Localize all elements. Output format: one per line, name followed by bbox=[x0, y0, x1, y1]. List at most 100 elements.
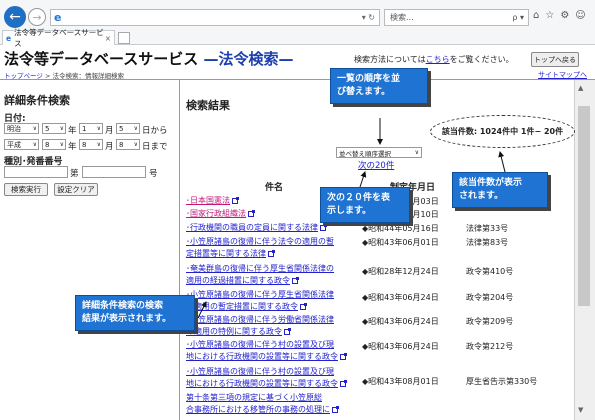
count-callout-line1: 該当件数が表示 bbox=[459, 178, 523, 188]
result-title-link-cont[interactable]: 適用の経過措置に関する政令 bbox=[186, 275, 334, 287]
result-title-link-cont[interactable]: 地における行政機関の設置等に関する政令 bbox=[186, 378, 347, 390]
back-to-top-button[interactable]: トップへ戻る bbox=[531, 52, 579, 67]
dai-label: 第 bbox=[70, 169, 79, 179]
law-type-input[interactable] bbox=[4, 166, 68, 178]
new-tab-button[interactable] bbox=[118, 32, 130, 44]
result-date: ◆昭和43年06月24日 bbox=[362, 317, 439, 326]
scroll-up-icon[interactable]: ▲ bbox=[578, 84, 583, 92]
ie-logo-icon: e bbox=[54, 11, 62, 24]
scrollbar-thumb[interactable] bbox=[578, 106, 590, 306]
external-link-icon bbox=[268, 249, 275, 257]
result-title-link[interactable]: ･行政機関の職員の定員に関する法律 bbox=[186, 222, 327, 234]
result-number: 政令第212号 bbox=[466, 342, 514, 351]
result-title-link-cont[interactable]: の適用の暫定措置に関する政令 bbox=[186, 301, 334, 313]
year-unit: 年 bbox=[68, 142, 77, 152]
next-callout-line1: 次の２０件を表 bbox=[327, 193, 391, 203]
count-callout-line2: されます。 bbox=[459, 191, 504, 201]
table-row: 第十条第三項の規定に基づく小笠原総 合事務所における移管所の事務の処理に bbox=[186, 392, 339, 416]
home-icon[interactable]: ⌂ bbox=[533, 10, 539, 21]
sort-order-select[interactable]: 並べ替え順序選択 bbox=[336, 147, 422, 158]
result-date: ◆昭和43年06月24日 bbox=[362, 342, 439, 351]
search-icon[interactable]: ρ ▾ bbox=[512, 13, 528, 22]
table-row: ･小笠原諸島の復帰に伴う村の設置及び現 地における行政機関の設置等に関する政令 bbox=[186, 339, 347, 363]
result-title-link[interactable]: ･小笠原諸島の復帰に伴う法令の適用の暫 bbox=[186, 236, 334, 248]
table-row: ･奄美群島の復帰に伴う厚生省関係法律の 適用の経過措置に関する政令 bbox=[186, 263, 334, 287]
day-select-from[interactable]: 5 bbox=[116, 123, 140, 134]
result-title-link[interactable]: ･小笠原諸島の復帰に伴う村の設置及び現 bbox=[186, 339, 346, 351]
sort-callout-line1: 一覧の順序を並 bbox=[337, 74, 401, 84]
external-link-icon bbox=[320, 223, 327, 231]
page-title: 法令等データベースサービス —法令検索— bbox=[4, 48, 294, 69]
table-row: ･国家行政組織法 bbox=[186, 208, 255, 220]
browser-search-input[interactable]: 検索... ρ ▾ bbox=[384, 9, 529, 26]
smiley-icon[interactable]: ☺ bbox=[575, 10, 585, 21]
day-select-to[interactable]: 8 bbox=[116, 139, 140, 150]
result-title-link[interactable]: ･国家行政組織法 bbox=[186, 208, 255, 220]
law-number-input[interactable] bbox=[82, 166, 146, 178]
help-prefix: 検索方法については bbox=[354, 55, 426, 64]
star-icon[interactable]: ☆ bbox=[545, 10, 554, 21]
year-select-from[interactable]: 5 bbox=[42, 123, 66, 134]
clear-settings-button[interactable]: 設定クリア bbox=[54, 183, 98, 196]
address-bar[interactable]: e ▾ ↻ bbox=[50, 9, 380, 26]
result-number: 政令第410号 bbox=[466, 267, 514, 276]
year-select-to[interactable]: 8 bbox=[42, 139, 66, 150]
result-title-link-cont[interactable]: 地における行政機関の設置等に関する政令 bbox=[186, 351, 347, 363]
sort-callout: 一覧の順序を並 び替えます。 bbox=[330, 68, 428, 104]
close-tab-icon[interactable]: × bbox=[105, 34, 111, 43]
browser-tab[interactable]: e 法令等データベースサービス × bbox=[2, 28, 115, 48]
result-date: ◆昭和43年08月01日 bbox=[362, 377, 439, 386]
next-arrow bbox=[359, 171, 367, 188]
sort-callout-line2: び替えます。 bbox=[337, 87, 391, 97]
next-callout-line2: 示します。 bbox=[327, 206, 372, 216]
result-title-link-cont[interactable]: の適用の特例に関する政令 bbox=[186, 326, 334, 338]
external-link-icon bbox=[332, 405, 339, 413]
gear-icon[interactable]: ⚙ bbox=[560, 10, 569, 21]
browser-tab-label: 法令等データベースサービス bbox=[14, 28, 104, 48]
external-link-icon bbox=[248, 209, 255, 217]
table-row: ･小笠原諸島の復帰に伴う法令の適用の暫 定措置等に関する法律 bbox=[186, 236, 334, 260]
result-title-link[interactable]: ･奄美群島の復帰に伴う厚生省関係法律の bbox=[186, 263, 334, 275]
help-text: 検索方法についてはこちらをご覧ください。 bbox=[354, 54, 514, 65]
external-link-icon bbox=[284, 327, 291, 335]
external-link-icon bbox=[300, 302, 307, 310]
address-bar-controls[interactable]: ▾ ↻ bbox=[362, 13, 379, 22]
table-row: ･行政機関の職員の定員に関する法律 bbox=[186, 222, 327, 234]
result-title-link[interactable]: ･小笠原諸島の復帰に伴う厚生省関係法律 bbox=[186, 289, 334, 301]
result-title-link-cont[interactable]: 合事務所における移管所の事務の処理に bbox=[186, 404, 339, 416]
month-unit: 月 bbox=[105, 142, 114, 152]
table-row: ･日本国憲法 bbox=[186, 195, 239, 207]
go-label: 号 bbox=[149, 169, 158, 179]
forward-arrow-icon[interactable]: → bbox=[28, 8, 46, 26]
scroll-down-icon[interactable]: ▼ bbox=[578, 406, 583, 414]
result-date: ◆昭和43年06月24日 bbox=[362, 293, 439, 302]
result-title-link[interactable]: 第十条第三項の規定に基づく小笠原総 bbox=[186, 392, 338, 404]
result-number: 厚生省告示第330号 bbox=[466, 377, 538, 386]
count-arrow bbox=[498, 151, 506, 173]
ie-favicon-icon: e bbox=[6, 33, 12, 43]
result-number: 法律第83号 bbox=[466, 238, 509, 247]
help-link[interactable]: こちら bbox=[426, 55, 450, 64]
back-arrow-icon[interactable]: ← bbox=[4, 6, 26, 28]
result-title-link[interactable]: ･小笠原諸島の復帰に伴う村の設置及び現 bbox=[186, 366, 346, 378]
search-execute-button[interactable]: 検索実行 bbox=[4, 183, 48, 196]
result-number: 政令第204号 bbox=[466, 293, 514, 302]
external-link-icon bbox=[292, 276, 299, 284]
month-select-to[interactable]: 8 bbox=[79, 139, 103, 150]
month-unit: 月 bbox=[105, 126, 114, 136]
results-title: 検索結果 bbox=[186, 99, 230, 112]
table-row: ･小笠原諸島の復帰に伴う労働省関係法律 の適用の特例に関する政令 bbox=[186, 314, 334, 338]
next-20-link[interactable]: 次の20件 bbox=[358, 159, 394, 171]
era-select-to[interactable]: 平成 bbox=[4, 139, 39, 150]
result-title-link[interactable]: ･小笠原諸島の復帰に伴う労働省関係法律 bbox=[186, 314, 334, 326]
external-link-icon bbox=[232, 196, 239, 204]
result-title-link-cont[interactable]: 定措置等に関する法律 bbox=[186, 248, 334, 260]
result-title-link[interactable]: ･日本国憲法 bbox=[186, 195, 239, 207]
results-callout-line2: 結果が表示されます。 bbox=[82, 314, 172, 324]
year-unit: 年 bbox=[68, 126, 77, 136]
column-header-name: 件名 bbox=[265, 183, 284, 193]
month-select-from[interactable]: 1 bbox=[79, 123, 103, 134]
result-number: 政令第209号 bbox=[466, 317, 514, 326]
result-number: 法律第33号 bbox=[466, 224, 509, 233]
era-select-from[interactable]: 明治 bbox=[4, 123, 39, 134]
